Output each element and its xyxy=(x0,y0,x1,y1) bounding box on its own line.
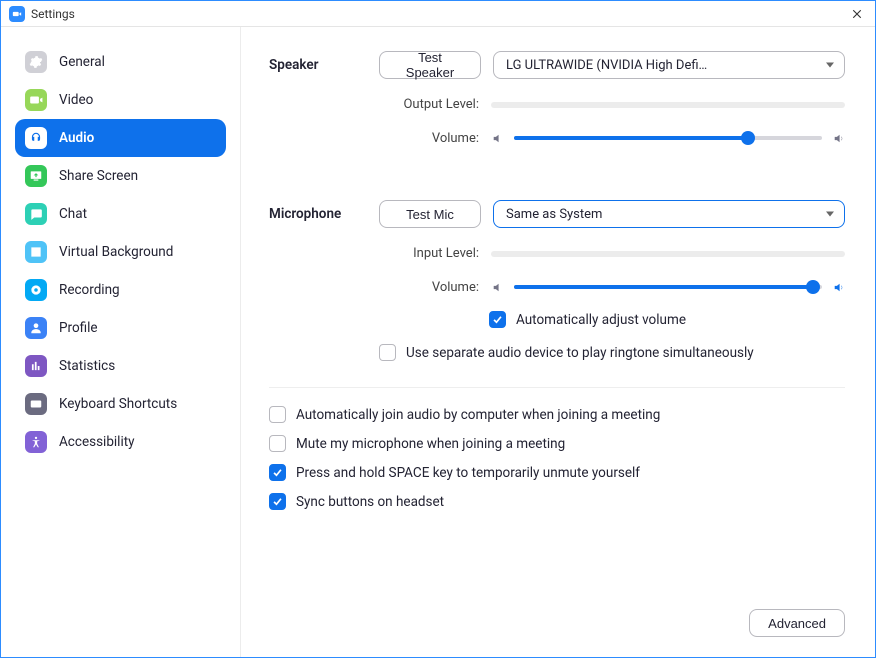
video-icon xyxy=(25,89,47,111)
sidebar-item-virtual-background[interactable]: Virtual Background xyxy=(15,233,226,271)
sidebar-item-profile[interactable]: Profile xyxy=(15,309,226,347)
separate-ringtone-label: Use separate audio device to play ringto… xyxy=(406,345,754,361)
sidebar-item-label: Chat xyxy=(59,206,87,222)
option-1-checkbox[interactable] xyxy=(269,435,286,452)
sidebar-item-audio[interactable]: Audio xyxy=(15,119,226,157)
content-area: Speaker Test Speaker LG ULTRAWIDE (NVIDI… xyxy=(241,27,875,657)
mic-input-level xyxy=(491,251,845,257)
sidebar-item-share-screen[interactable]: Share Screen xyxy=(15,157,226,195)
test-mic-button[interactable]: Test Mic xyxy=(379,200,481,228)
sidebar-item-accessibility[interactable]: Accessibility xyxy=(15,423,226,461)
option-0-label: Automatically join audio by computer whe… xyxy=(296,407,660,423)
option-2[interactable]: Press and hold SPACE key to temporarily … xyxy=(269,464,845,481)
sidebar-item-label: General xyxy=(59,54,105,70)
accessibility-icon xyxy=(25,431,47,453)
profile-icon xyxy=(25,317,47,339)
mic-device-value: Same as System xyxy=(506,207,602,222)
option-2-label: Press and hold SPACE key to temporarily … xyxy=(296,465,640,481)
virtual-background-icon xyxy=(25,241,47,263)
mic-volume-slider[interactable] xyxy=(514,279,822,295)
speaker-output-level xyxy=(491,102,845,108)
sidebar-item-video[interactable]: Video xyxy=(15,81,226,119)
speaker-volume-label: Volume: xyxy=(379,131,479,146)
sidebar-item-label: Virtual Background xyxy=(59,244,173,260)
sidebar-item-general[interactable]: General xyxy=(15,43,226,81)
option-0[interactable]: Automatically join audio by computer whe… xyxy=(269,406,845,423)
close-button[interactable] xyxy=(847,4,867,24)
sidebar-item-label: Accessibility xyxy=(59,434,135,450)
sidebar-item-label: Profile xyxy=(59,320,98,336)
audio-options: Automatically join audio by computer whe… xyxy=(269,406,845,510)
general-icon xyxy=(25,51,47,73)
sidebar-item-label: Share Screen xyxy=(59,168,138,184)
sidebar-item-statistics[interactable]: Statistics xyxy=(15,347,226,385)
separate-ringtone-checkbox[interactable] xyxy=(379,344,396,361)
window-title: Settings xyxy=(31,7,75,21)
auto-adjust-volume-option[interactable]: Automatically adjust volume xyxy=(489,311,845,328)
sidebar-item-recording[interactable]: Recording xyxy=(15,271,226,309)
option-2-checkbox[interactable] xyxy=(269,464,286,481)
chat-icon xyxy=(25,203,47,225)
volume-low-icon xyxy=(491,132,504,145)
app-logo xyxy=(9,6,25,22)
keyboard-shortcuts-icon xyxy=(25,393,47,415)
microphone-heading: Microphone xyxy=(269,200,379,373)
sidebar: General Video Audio Share Screen Chat Virtual… xyxy=(1,27,241,657)
option-3-label: Sync buttons on headset xyxy=(296,494,444,510)
statistics-icon xyxy=(25,355,47,377)
option-3-checkbox[interactable] xyxy=(269,493,286,510)
option-1[interactable]: Mute my microphone when joining a meetin… xyxy=(269,435,845,452)
option-3[interactable]: Sync buttons on headset xyxy=(269,493,845,510)
option-1-label: Mute my microphone when joining a meetin… xyxy=(296,436,565,452)
volume-high-icon xyxy=(832,281,845,294)
separate-ringtone-option[interactable]: Use separate audio device to play ringto… xyxy=(379,344,845,361)
microphone-section: Microphone Test Mic Same as System Input… xyxy=(269,200,845,373)
speaker-volume-slider[interactable] xyxy=(514,130,822,146)
sidebar-item-label: Recording xyxy=(59,282,120,298)
sidebar-item-label: Statistics xyxy=(59,358,115,374)
titlebar: Settings xyxy=(1,1,875,27)
audio-icon xyxy=(25,127,47,149)
auto-adjust-checkbox[interactable] xyxy=(489,311,506,328)
mic-volume-label: Volume: xyxy=(379,280,479,295)
sidebar-item-keyboard-shortcuts[interactable]: Keyboard Shortcuts xyxy=(15,385,226,423)
recording-icon xyxy=(25,279,47,301)
auto-adjust-label: Automatically adjust volume xyxy=(516,312,686,328)
option-0-checkbox[interactable] xyxy=(269,406,286,423)
speaker-device-select[interactable]: LG ULTRAWIDE (NVIDIA High Defi… xyxy=(493,51,845,79)
divider xyxy=(269,387,845,388)
advanced-button[interactable]: Advanced xyxy=(749,609,845,637)
speaker-section: Speaker Test Speaker LG ULTRAWIDE (NVIDI… xyxy=(269,51,845,164)
output-level-label: Output Level: xyxy=(379,97,479,112)
test-speaker-button[interactable]: Test Speaker xyxy=(379,51,481,79)
volume-high-icon xyxy=(832,132,845,145)
volume-low-icon xyxy=(491,281,504,294)
mic-device-select[interactable]: Same as System xyxy=(493,200,845,228)
sidebar-item-label: Keyboard Shortcuts xyxy=(59,396,177,412)
sidebar-item-label: Audio xyxy=(59,130,94,146)
sidebar-item-chat[interactable]: Chat xyxy=(15,195,226,233)
speaker-heading: Speaker xyxy=(269,51,379,164)
input-level-label: Input Level: xyxy=(379,246,479,261)
sidebar-item-label: Video xyxy=(59,92,93,108)
share-screen-icon xyxy=(25,165,47,187)
speaker-device-value: LG ULTRAWIDE (NVIDIA High Defi… xyxy=(506,58,707,73)
